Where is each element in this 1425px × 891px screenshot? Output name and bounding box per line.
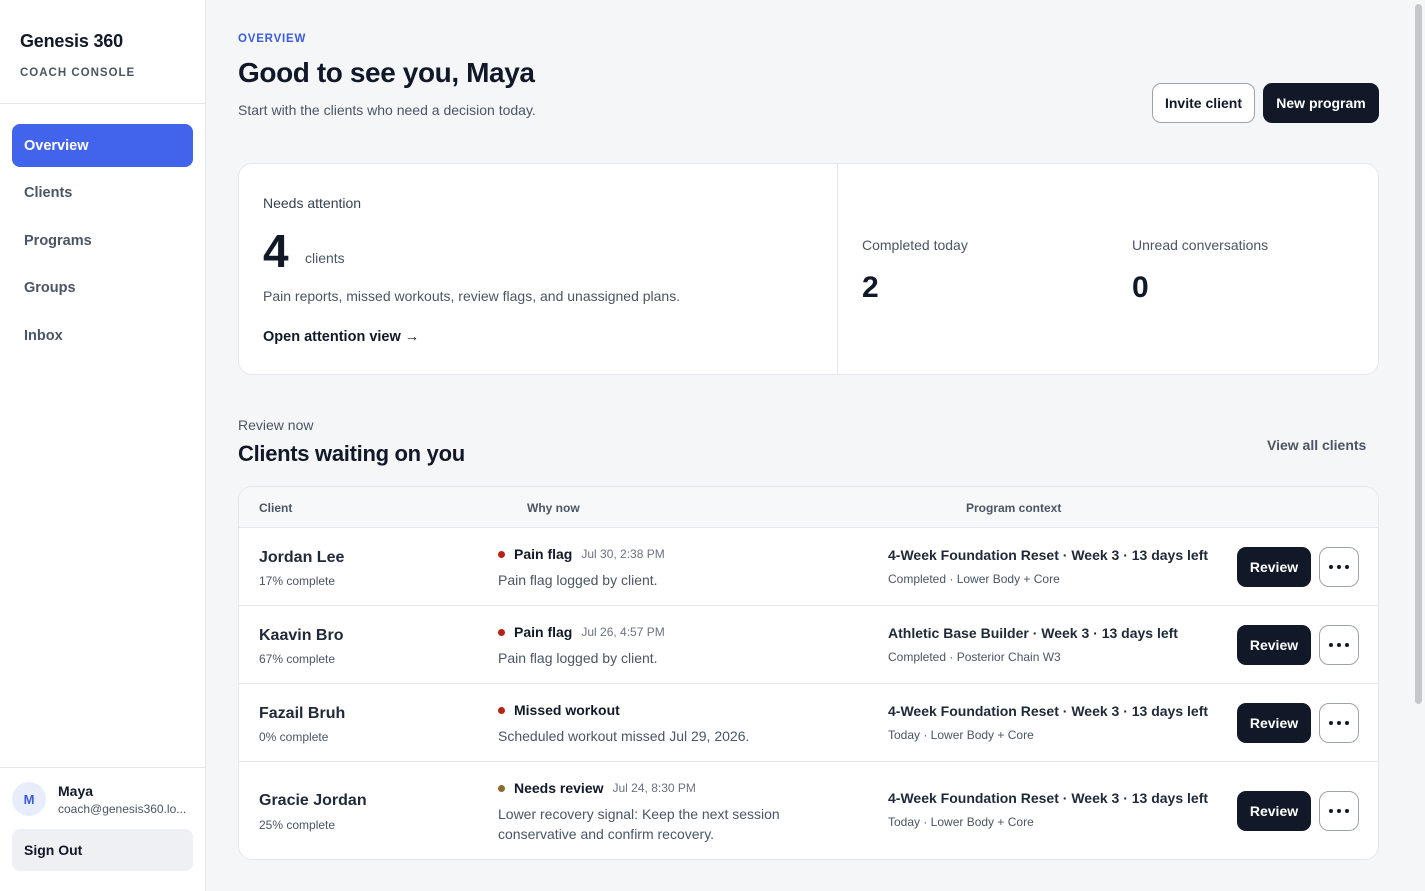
why-now-heading: Pain flag Jul 30, 2:38 PM [498,546,665,562]
user-profile[interactable]: M Maya coach@genesis360.lo... [12,782,193,816]
needs-attention-label: Needs attention [263,195,362,211]
why-now-title: Needs review [514,780,604,796]
client-name[interactable]: Jordan Lee [259,549,344,567]
status-dot [498,628,505,636]
why-now-description: Lower recovery signal: Keep the next ses… [498,806,780,842]
clients-table: Client Why now Program context Jordan Le… [238,486,1379,860]
status-dot [498,550,505,558]
table-row[interactable]: Fazail Bruh 0% complete Missed workout S… [239,684,1378,762]
why-now-description: Pain flag logged by client. [498,650,658,666]
more-dots-icon [1329,643,1349,647]
section-eyebrow: Review now [238,417,314,433]
review-button[interactable]: Review [1237,791,1311,831]
invite-client-button[interactable]: Invite client [1152,83,1255,123]
more-dots-icon [1329,809,1349,813]
table-row[interactable]: Kaavin Bro 67% complete Pain flag Jul 26… [239,606,1378,684]
user-block: M Maya coach@genesis360.lo... Sign Out [0,767,205,891]
stats-divider [837,164,838,374]
why-now-title: Missed workout [514,702,620,718]
unread-conversations-stat: Unread conversations 0 [1132,237,1268,305]
scrollbar-thumb[interactable] [1415,4,1422,704]
more-dots-icon [1329,565,1349,569]
more-dots-icon [1329,721,1349,725]
program-context-title: 4-Week Foundation Reset · Week 3 · 13 da… [888,547,1209,563]
open-attention-view-link[interactable]: Open attention view → [263,329,419,345]
why-now-description: Scheduled workout missed Jul 29, 2026. [498,728,750,744]
needs-attention-description: Pain reports, missed workouts, review fl… [263,288,681,304]
program-context-title: 4-Week Foundation Reset · Week 3 · 13 da… [888,790,1209,806]
sidebar-item-groups[interactable]: Groups [12,267,193,310]
sidebar: Genesis 360 COACH CONSOLE Overview Clien… [0,0,206,891]
completed-today-label: Completed today [862,237,968,253]
avatar: M [12,782,46,816]
why-now-title: Pain flag [514,546,573,562]
more-options-button[interactable] [1319,791,1359,831]
program-context-detail: Completed · Posterior Chain W3 [888,650,1061,664]
new-program-button[interactable]: New program [1263,83,1379,123]
sign-out-button[interactable]: Sign Out [12,829,193,871]
page-title: Good to see you, Maya [238,57,535,88]
unread-conversations-label: Unread conversations [1132,237,1269,253]
why-now-time: Jul 26, 4:57 PM [581,625,665,639]
why-now-time: Jul 30, 2:38 PM [581,547,665,561]
why-now-heading: Needs review Jul 24, 8:30 PM [498,780,696,796]
status-dot [498,784,505,792]
header-program-context: Program context [966,501,1062,515]
client-name[interactable]: Kaavin Bro [259,627,343,645]
review-button[interactable]: Review [1237,547,1311,587]
header-why-now: Why now [527,501,580,515]
program-context-title: 4-Week Foundation Reset · Week 3 · 13 da… [888,703,1209,719]
table-header: Client Why now Program context [239,487,1378,528]
more-options-button[interactable] [1319,547,1359,587]
why-now-description: Pain flag logged by client. [498,572,658,588]
brand-title: Genesis 360 [20,31,123,51]
view-all-clients-link[interactable]: View all clients [1267,437,1366,453]
completed-today-value: 2 [862,271,879,304]
status-dot [498,706,505,714]
brand: Genesis 360 COACH CONSOLE [0,0,205,104]
completed-today-stat: Completed today 2 [862,237,968,305]
review-button[interactable]: Review [1237,703,1311,743]
sidebar-nav: Overview Clients Programs Groups Inbox [0,104,205,382]
more-options-button[interactable] [1319,625,1359,665]
why-now-time: Jul 24, 8:30 PM [612,781,696,795]
user-name: Maya [58,782,94,799]
unread-conversations-value: 0 [1132,271,1149,304]
page-eyebrow: OVERVIEW [238,33,307,45]
table-row[interactable]: Jordan Lee 17% complete Pain flag Jul 30… [239,528,1378,606]
client-progress: 17% complete [259,574,336,588]
sidebar-item-overview[interactable]: Overview [12,124,193,167]
page-subtitle: Start with the clients who need a decisi… [238,102,536,118]
sidebar-item-clients[interactable]: Clients [12,172,193,215]
program-context-title: Athletic Base Builder · Week 3 · 13 days… [888,625,1178,641]
sidebar-item-inbox[interactable]: Inbox [12,314,193,357]
review-button[interactable]: Review [1237,625,1311,665]
client-name[interactable]: Gracie Jordan [259,792,367,810]
table-row[interactable]: Gracie Jordan 25% complete Needs review … [239,762,1378,859]
why-now-heading: Pain flag Jul 26, 4:57 PM [498,624,665,640]
client-name[interactable]: Fazail Bruh [259,705,345,723]
scrollbar[interactable] [1411,0,1425,891]
program-context-detail: Today · Lower Body + Core [888,815,1034,829]
section-title: Clients waiting on you [238,441,465,466]
header-client: Client [259,501,293,515]
user-email: coach@genesis360.lo... [58,801,187,816]
client-progress: 25% complete [259,818,336,832]
client-progress: 67% complete [259,652,336,666]
brand-subtitle: COACH CONSOLE [20,67,136,79]
why-now-heading: Missed workout [498,702,620,718]
more-options-button[interactable] [1319,703,1359,743]
client-progress: 0% complete [259,730,329,744]
needs-attention-unit: clients [305,250,345,266]
why-now-title: Pain flag [514,624,573,640]
needs-attention-count: 4 [263,225,289,277]
user-text: Maya coach@genesis360.lo... [58,783,193,816]
sidebar-item-programs[interactable]: Programs [12,219,193,262]
program-context-detail: Today · Lower Body + Core [888,728,1034,742]
program-context-detail: Completed · Lower Body + Core [888,572,1060,586]
stats-card: Needs attention 4 clients Pain reports, … [238,163,1379,375]
